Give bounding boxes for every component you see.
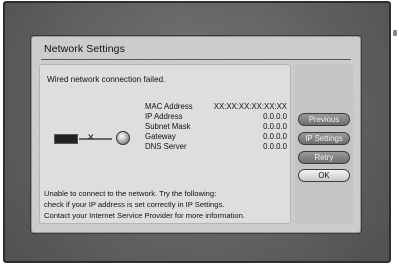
ip-address-label: IP Address (145, 112, 183, 121)
content-panel: Wired network connection failed. ✕ MAC A… (39, 64, 291, 224)
ok-button[interactable]: OK (298, 169, 350, 182)
dns-server-value: 0.0.0.0 (263, 142, 287, 151)
globe-icon (116, 131, 130, 145)
dialog-title: Network Settings (44, 43, 125, 55)
network-settings-dialog: Network Settings Wired network connectio… (30, 35, 362, 234)
help-line: Unable to connect to the network. Try th… (44, 189, 217, 198)
info-row-ip: IP Address 0.0.0.0 (145, 112, 287, 122)
connection-diagram: ✕ (54, 131, 136, 147)
help-text: Unable to connect to the network. Try th… (44, 188, 292, 221)
mac-address-value: XX:XX:XX:XX:XX:XX (213, 102, 287, 111)
network-info-table: MAC Address XX:XX:XX:XX:XX:XX IP Address… (145, 102, 287, 152)
gateway-label: Gateway (145, 132, 176, 141)
ip-settings-button[interactable]: IP Settings (298, 132, 350, 145)
broken-cable-icon: ✕ (87, 132, 95, 142)
info-row-dns: DNS Server 0.0.0.0 (145, 142, 287, 152)
mac-address-label: MAC Address (145, 102, 193, 111)
frame-edge-mark (393, 30, 397, 36)
tv-icon (54, 134, 78, 144)
status-message: Wired network connection failed. (47, 75, 166, 84)
ip-address-value: 0.0.0.0 (263, 112, 287, 121)
dns-server-label: DNS Server (145, 142, 187, 151)
cable-line (79, 138, 112, 140)
help-line: Contact your Internet Service Provider f… (44, 211, 245, 220)
info-row-gateway: Gateway 0.0.0.0 (145, 132, 287, 142)
gateway-value: 0.0.0.0 (263, 132, 287, 141)
subnet-mask-value: 0.0.0.0 (263, 122, 287, 131)
subnet-mask-label: Subnet Mask (145, 122, 191, 131)
info-row-mac: MAC Address XX:XX:XX:XX:XX:XX (145, 102, 287, 112)
help-line: check if your IP address is set correctl… (44, 200, 225, 209)
title-divider (41, 59, 351, 60)
info-row-subnet: Subnet Mask 0.0.0.0 (145, 122, 287, 132)
previous-button[interactable]: Previous (298, 113, 350, 126)
retry-button[interactable]: Retry (298, 151, 350, 164)
